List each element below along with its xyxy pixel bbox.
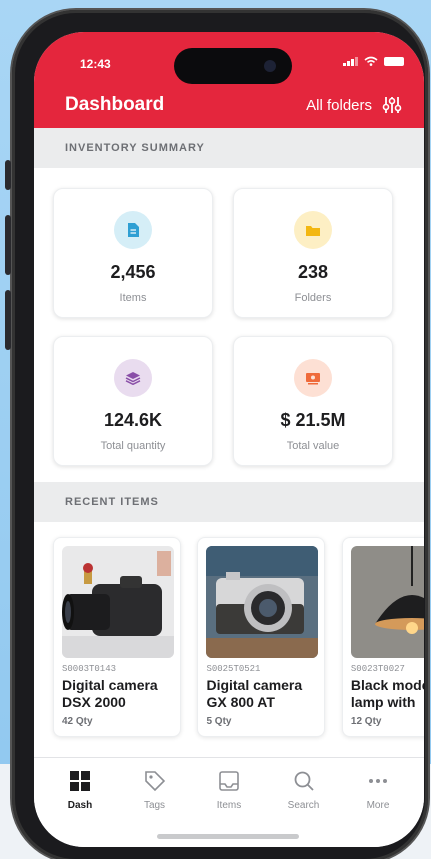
total-quantity-value: 124.6K — [103, 410, 163, 430]
inventory-summary: 2,456 Items 238 Folders 124.6K Total qua… — [34, 168, 424, 482]
value-summary-card[interactable]: $ 21.5M Total value — [233, 336, 393, 466]
inventory-summary-heading: INVENTORY SUMMARY — [34, 128, 424, 168]
top-bar: 12:43 Dashboard All folders — [34, 32, 424, 128]
item-quantity: 42 Qty — [62, 716, 93, 727]
tab-label: Dash — [67, 800, 93, 811]
item-name: Black modern lamp with — [350, 677, 424, 710]
item-name: Digital camera DSX 2000 — [62, 677, 158, 710]
total-quantity-label: Total quantity — [100, 440, 166, 452]
home-indicator — [157, 834, 299, 839]
page-title: Dashboard — [65, 94, 165, 115]
recent-item-card[interactable]: S0023T0027 Black modern lamp with 12 Qty — [341, 537, 424, 737]
tab-label: Tags — [143, 800, 166, 811]
quantity-summary-card[interactable]: 124.6K Total quantity — [53, 336, 213, 466]
lamp-photo — [350, 546, 424, 658]
folder-icon — [294, 211, 332, 249]
recent-item-card[interactable]: S0003T0143 Digital camera DSX 2000 42 Qt… — [53, 537, 181, 737]
grid-icon — [67, 768, 93, 794]
recent-items-heading: RECENT ITEMS — [34, 482, 424, 522]
recent-item-card[interactable]: S0025T0521 Digital camera GX 800 AT 5 Qt… — [197, 537, 326, 737]
items-summary-card[interactable]: 2,456 Items — [53, 188, 213, 318]
side-button — [5, 160, 11, 190]
battery-icon — [384, 56, 404, 66]
signal-icon — [343, 56, 358, 66]
folders-count: 238 — [297, 262, 329, 282]
tab-label: Search — [287, 800, 320, 811]
tag-icon — [142, 768, 168, 794]
tab-dash[interactable]: Dash — [48, 768, 112, 847]
app-screen: 12:43 Dashboard All folders INVENTORY SU… — [34, 32, 424, 847]
volume-up-button — [5, 215, 11, 275]
item-sku: S0003T0143 — [62, 664, 117, 674]
item-sku: S0023T0027 — [350, 664, 405, 674]
dynamic-island — [174, 48, 292, 84]
tab-label: Items — [216, 800, 242, 811]
status-time: 12:43 — [80, 57, 111, 71]
folders-label: Folders — [294, 292, 332, 304]
camera-gx-photo — [206, 546, 319, 658]
wifi-icon — [364, 56, 378, 66]
inbox-icon — [216, 768, 242, 794]
total-value-amount: $ 21.5M — [280, 410, 346, 430]
phone-frame: 12:43 Dashboard All folders INVENTORY SU… — [5, 10, 428, 859]
tab-more[interactable]: More — [346, 768, 410, 847]
items-count: 2,456 — [110, 262, 156, 282]
search-icon — [291, 768, 317, 794]
item-quantity: 12 Qty — [350, 716, 382, 727]
recent-items-list[interactable]: S0003T0143 Digital camera DSX 2000 42 Qt… — [34, 522, 424, 762]
item-quantity: 5 Qty — [206, 716, 232, 727]
bottom-tab-bar: Dash Tags Items Search More — [34, 757, 424, 847]
folder-filter-button[interactable]: All folders — [306, 95, 402, 115]
item-sku: S0025T0521 — [206, 664, 261, 674]
filter-sliders-icon — [382, 97, 402, 113]
status-icons — [343, 56, 404, 66]
item-name: Digital camera GX 800 AT — [206, 677, 303, 710]
tab-label: More — [366, 800, 390, 811]
folders-summary-card[interactable]: 238 Folders — [233, 188, 393, 318]
total-value-label: Total value — [286, 440, 340, 452]
more-icon — [365, 768, 391, 794]
camera-dsx-photo — [62, 546, 174, 658]
document-icon — [114, 211, 152, 249]
items-label: Items — [119, 292, 147, 304]
volume-down-button — [5, 290, 11, 350]
money-icon — [294, 359, 332, 397]
layers-icon — [114, 359, 152, 397]
folder-filter-label: All folders — [306, 96, 372, 114]
